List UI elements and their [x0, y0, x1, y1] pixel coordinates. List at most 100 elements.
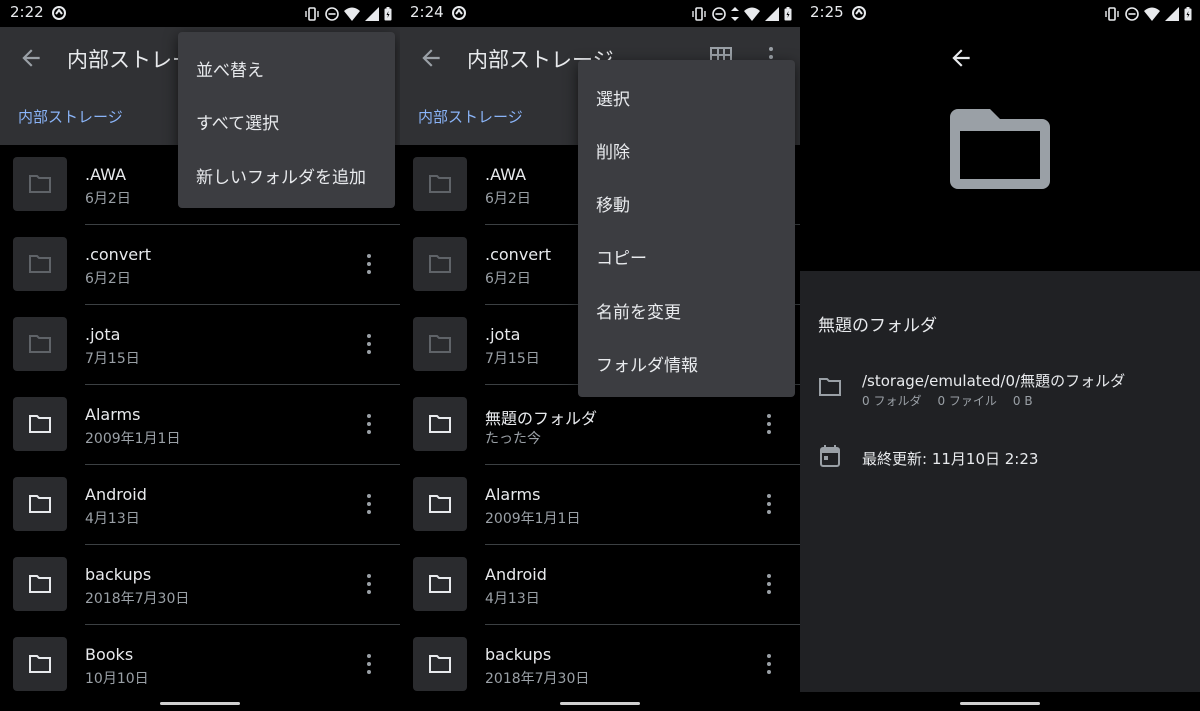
- file-date: たった今: [485, 431, 541, 447]
- folder-icon: [429, 495, 451, 513]
- breadcrumb[interactable]: 内部ストレージ: [18, 106, 123, 127]
- file-date: 6月2日: [85, 271, 131, 287]
- file-name: 無題のフォルダ: [485, 409, 598, 428]
- file-name: backups: [485, 645, 552, 664]
- menu-item-rename[interactable]: 名前を変更: [596, 298, 681, 323]
- signal-icon: [365, 6, 379, 21]
- file-date: 2018年7月30日: [485, 671, 590, 687]
- more-vert-icon[interactable]: [360, 653, 378, 675]
- file-date: 10月10日: [85, 671, 149, 687]
- app-notification-icon: [52, 6, 66, 20]
- app-notification-icon: [452, 6, 466, 20]
- back-arrow-icon[interactable]: [18, 45, 44, 71]
- data-transfer-icon: [731, 6, 739, 21]
- signal-icon: [1165, 6, 1179, 21]
- folder-icon: [29, 575, 51, 593]
- gesture-nav-handle[interactable]: [960, 702, 1040, 705]
- folder-size: 0 B: [1012, 394, 1033, 408]
- calendar-icon: [820, 445, 840, 467]
- status-time: 2:22: [10, 3, 44, 21]
- breadcrumb[interactable]: 内部ストレージ: [418, 106, 523, 127]
- status-time: 2:25: [810, 3, 844, 21]
- list-item[interactable]: .convert 6月2日: [0, 225, 400, 305]
- menu-item-delete[interactable]: 削除: [596, 138, 630, 163]
- more-vert-icon[interactable]: [360, 333, 378, 355]
- gesture-nav-handle[interactable]: [160, 702, 240, 705]
- list-item[interactable]: Books 10月10日: [0, 625, 400, 705]
- vibrate-icon: [692, 6, 706, 21]
- file-date: 7月15日: [85, 351, 140, 367]
- more-vert-icon[interactable]: [760, 413, 778, 435]
- menu-item-select[interactable]: 選択: [596, 85, 630, 110]
- menu-item-select-all[interactable]: すべて選択: [196, 109, 279, 134]
- large-folder-icon: [950, 109, 1050, 189]
- folder-icon: [429, 255, 451, 273]
- more-vert-icon[interactable]: [760, 653, 778, 675]
- back-arrow-icon[interactable]: [418, 45, 444, 71]
- folder-icon: [429, 655, 451, 673]
- list-item[interactable]: backups 2018年7月30日: [0, 545, 400, 625]
- more-vert-icon[interactable]: [360, 493, 378, 515]
- more-vert-icon[interactable]: [760, 493, 778, 515]
- folder-icon: [429, 175, 451, 193]
- more-vert-icon[interactable]: [360, 573, 378, 595]
- menu-item-sort[interactable]: 並べ替え: [196, 56, 264, 81]
- folder-icon: [29, 495, 51, 513]
- file-name: .convert: [485, 245, 551, 264]
- file-date: 4月13日: [85, 511, 140, 527]
- list-item[interactable]: Android 4月13日: [400, 545, 800, 625]
- folder-icon: [29, 335, 51, 353]
- dnd-icon: [325, 6, 339, 21]
- folder-icon: [29, 415, 51, 433]
- menu-item-move[interactable]: 移動: [596, 191, 630, 216]
- folder-icon: [29, 655, 51, 673]
- file-date: 2009年1月1日: [85, 431, 181, 447]
- folder-name: 無題のフォルダ: [818, 316, 937, 336]
- folder-stats: 0 フォルダ 0 ファイル 0 B: [862, 392, 1049, 409]
- file-date: 6月2日: [85, 191, 131, 207]
- wifi-icon: [744, 7, 760, 21]
- folder-count: 0 フォルダ: [862, 394, 922, 408]
- folder-preview: [800, 27, 1200, 271]
- battery-icon: [1184, 6, 1192, 20]
- folder-icon: [819, 378, 841, 396]
- list-item[interactable]: Alarms 2009年1月1日: [0, 385, 400, 465]
- file-date: 6月2日: [485, 191, 531, 207]
- dnd-icon: [712, 6, 726, 21]
- menu-item-folder-info[interactable]: フォルダ情報: [596, 351, 698, 376]
- list-item[interactable]: Alarms 2009年1月1日: [400, 465, 800, 545]
- dnd-icon: [1125, 6, 1139, 21]
- menu-item-copy[interactable]: コピー: [596, 244, 647, 269]
- list-item[interactable]: Android 4月13日: [0, 465, 400, 545]
- file-name: .AWA: [485, 165, 527, 184]
- list-item[interactable]: backups 2018年7月30日: [400, 625, 800, 705]
- file-name: .jota: [485, 325, 521, 344]
- folder-path: /storage/emulated/0/無題のフォルダ: [862, 372, 1126, 390]
- list-item[interactable]: 無題のフォルダ たった今: [400, 385, 800, 465]
- status-bar: 2:25: [800, 0, 1200, 27]
- folder-details: 無題のフォルダ /storage/emulated/0/無題のフォルダ 0 フォ…: [800, 271, 1200, 692]
- file-date: 6月2日: [485, 271, 531, 287]
- context-menu: 選択 削除 移動 コピー 名前を変更 フォルダ情報: [578, 60, 795, 397]
- file-name: .convert: [85, 245, 151, 264]
- vibrate-icon: [1105, 6, 1119, 21]
- more-vert-icon[interactable]: [760, 573, 778, 595]
- list-item[interactable]: .jota 7月15日: [0, 305, 400, 385]
- file-name: Android: [85, 485, 147, 504]
- file-date: 2018年7月30日: [85, 591, 190, 607]
- back-arrow-icon[interactable]: [948, 45, 974, 71]
- folder-icon: [429, 335, 451, 353]
- file-date: 7月15日: [485, 351, 540, 367]
- more-vert-icon[interactable]: [360, 253, 378, 275]
- file-count: 0 ファイル: [937, 394, 997, 408]
- folder-icon: [429, 575, 451, 593]
- battery-icon: [784, 6, 792, 20]
- gesture-nav-handle[interactable]: [560, 702, 640, 705]
- file-name: Books: [85, 645, 134, 664]
- folder-icon: [429, 415, 451, 433]
- folder-icon: [29, 255, 51, 273]
- more-vert-icon[interactable]: [360, 413, 378, 435]
- last-modified: 最終更新: 11月10日 2:23: [862, 450, 1039, 468]
- menu-item-new-folder[interactable]: 新しいフォルダを追加: [196, 163, 366, 188]
- wifi-icon: [1144, 7, 1160, 21]
